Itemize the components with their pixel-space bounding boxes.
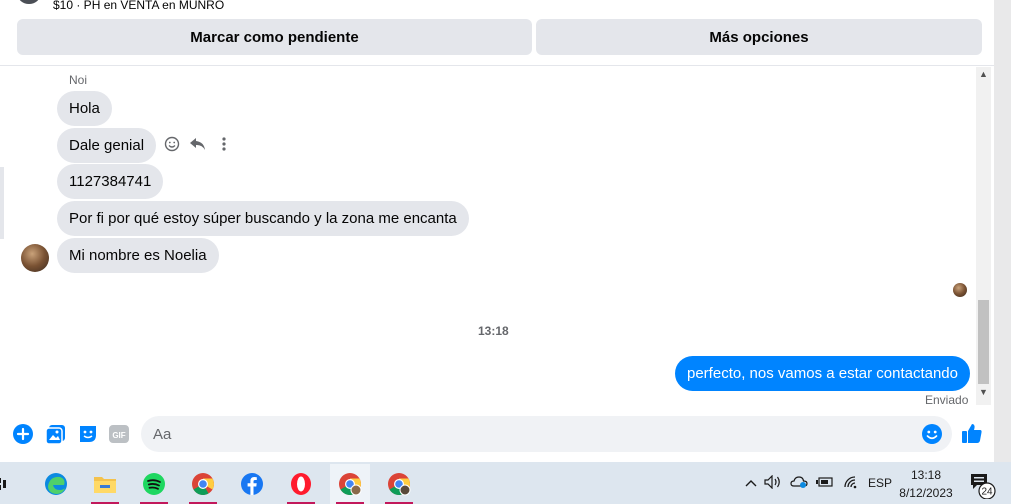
mark-pending-button[interactable]: Marcar como pendiente	[17, 19, 532, 55]
message-input-placeholder: Aa	[153, 426, 172, 443]
clock-date: 8/12/2023	[899, 486, 953, 500]
message-input[interactable]: Aa	[141, 416, 952, 452]
chrome-icon[interactable]	[183, 464, 223, 504]
spotify-icon[interactable]	[134, 464, 174, 504]
system-tray: ESP	[742, 462, 896, 504]
window-edge	[994, 0, 1011, 462]
scroll-thumb[interactable]	[978, 300, 989, 384]
scroll-up-arrow-icon[interactable]: ▲	[976, 69, 991, 81]
screen: $10 · PH en VENTA en MUNRO Marcar como p…	[0, 0, 1011, 504]
photo-icon[interactable]	[45, 423, 67, 445]
edge-browser-icon[interactable]	[36, 464, 76, 504]
conversation: Noi Hola Dale genial 1127384741 Por fi p…	[0, 67, 994, 412]
incoming-message[interactable]: 1127384741	[57, 164, 164, 199]
battery-icon[interactable]	[812, 476, 838, 491]
message-composer: GIF Aa	[0, 412, 994, 458]
reply-icon[interactable]	[189, 135, 207, 153]
outgoing-message[interactable]: perfecto, nos vamos a estar contactando	[675, 356, 970, 391]
listing-subtitle[interactable]: $10 · PH en VENTA en MUNRO	[53, 0, 224, 12]
taskbar-clock[interactable]: 13:18 8/12/2023	[896, 466, 956, 502]
like-icon[interactable]	[960, 421, 984, 445]
notifications-icon[interactable]: 24	[962, 464, 1002, 504]
message-actions	[163, 135, 233, 153]
listing-header: $10 · PH en VENTA en MUNRO Marcar como p…	[0, 0, 994, 66]
scroll-down-arrow-icon[interactable]: ▼	[976, 387, 991, 399]
left-scroll-edge	[0, 167, 4, 239]
plus-icon[interactable]	[12, 423, 34, 445]
notification-count: 24	[981, 487, 993, 498]
incoming-message[interactable]: Hola	[57, 91, 112, 126]
chrome-profile-icon[interactable]	[330, 464, 370, 504]
clock-time: 13:18	[910, 468, 942, 482]
input-language[interactable]: ESP	[864, 476, 896, 490]
gif-icon[interactable]: GIF	[108, 423, 130, 445]
sticker-icon[interactable]	[77, 423, 99, 445]
message-timestamp: 13:18	[478, 324, 509, 338]
chrome-profile-icon[interactable]	[379, 464, 419, 504]
incoming-message[interactable]: Por fi por qué estoy súper buscando y la…	[57, 201, 469, 236]
incoming-message[interactable]: Mi nombre es Noelia	[57, 238, 219, 273]
react-emoji-icon[interactable]	[163, 135, 181, 153]
show-hidden-icons-icon[interactable]	[742, 476, 760, 490]
more-options-button[interactable]: Más opciones	[536, 19, 982, 55]
facebook-icon[interactable]	[232, 464, 272, 504]
volume-icon[interactable]	[760, 474, 786, 492]
opera-icon[interactable]	[281, 464, 321, 504]
file-explorer-icon[interactable]	[85, 464, 125, 504]
delivery-status: Enviado	[925, 393, 969, 407]
incoming-message[interactable]: Dale genial	[57, 128, 157, 163]
sender-avatar[interactable]	[21, 244, 49, 272]
read-receipt-avatar	[953, 283, 967, 297]
sender-name: Noi	[69, 73, 88, 87]
wifi-icon[interactable]	[838, 475, 864, 492]
listing-thumbnail[interactable]	[18, 0, 40, 4]
emoji-icon[interactable]	[921, 423, 943, 445]
task-view-icon[interactable]	[0, 464, 12, 504]
more-actions-icon[interactable]	[215, 135, 233, 153]
gif-label: GIF	[112, 431, 125, 440]
onedrive-sync-icon[interactable]	[786, 475, 812, 492]
scrollbar[interactable]: ▲ ▼	[976, 67, 991, 405]
taskbar: ESP 13:18 8/12/2023 24	[0, 462, 1011, 504]
